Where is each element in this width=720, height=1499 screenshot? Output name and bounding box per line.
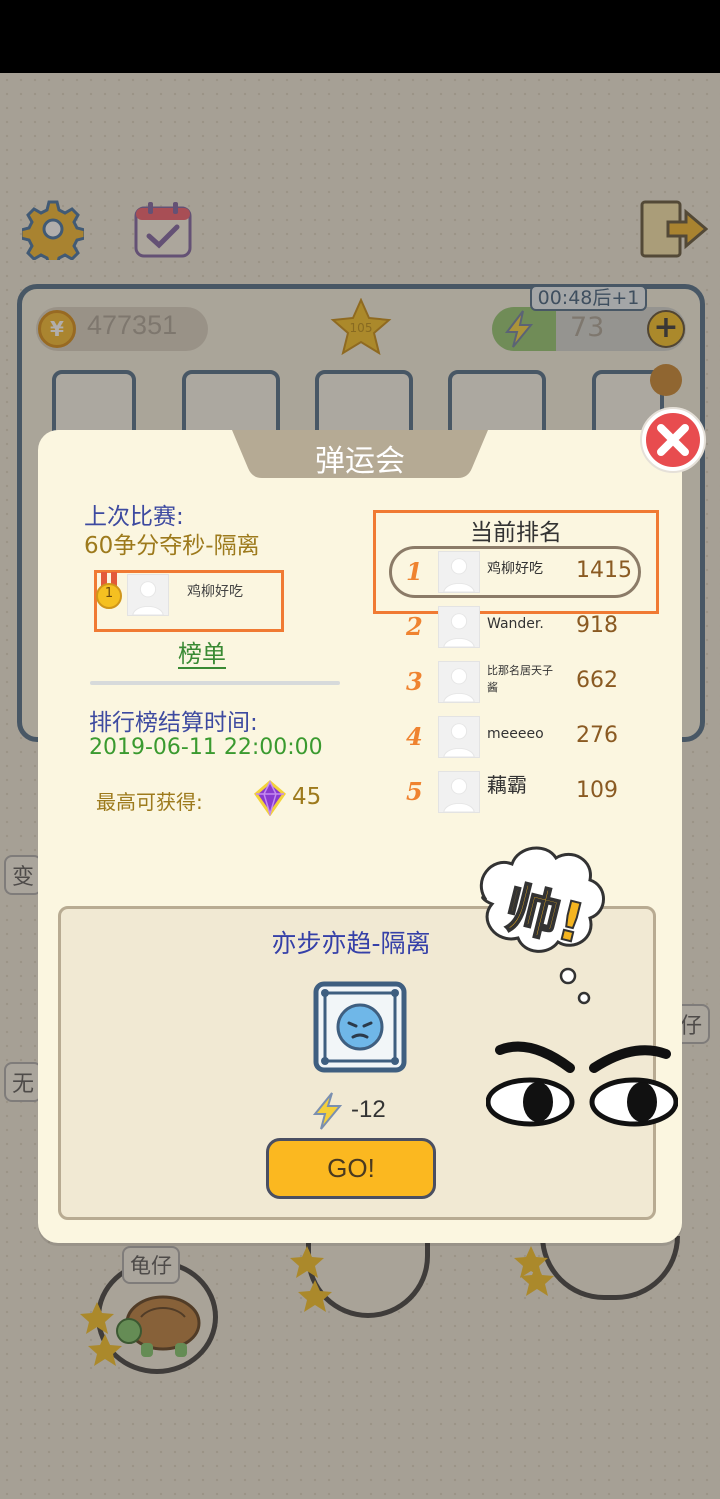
rank-row: 1 鸡柳好吃 1415 (396, 547, 646, 597)
rank-avatar (438, 716, 480, 758)
rank-score: 109 (576, 778, 618, 803)
max-reward-label: 最高可获得: (96, 790, 203, 814)
rank-avatar (438, 661, 480, 703)
go-button[interactable]: GO! (266, 1138, 436, 1199)
current-rank-title: 当前排名 (470, 520, 562, 546)
rank-avatar (438, 551, 480, 593)
rank-row: 4 meeeeo 276 (396, 712, 646, 762)
rank-score: 276 (576, 723, 618, 748)
lightning-icon (312, 1092, 343, 1130)
event-name-text: 亦步亦趋-隔离 (271, 929, 431, 958)
rank-number: 5 (406, 777, 423, 806)
last-match-name: 60争分夺秒-隔离 (84, 533, 260, 559)
eyes-decoration (486, 1041, 678, 1127)
rank-number: 1 (406, 557, 423, 586)
settle-time: 2019-06-11 22:00:00 (89, 735, 323, 760)
divider (90, 681, 340, 685)
rank-score: 662 (576, 668, 618, 693)
clock-face-icon (313, 981, 407, 1073)
rank-row: 3 比那名居天子酱 662 (396, 657, 646, 707)
energy-cost: -12 (351, 1096, 386, 1123)
leaderboard-link[interactable]: 榜单 (178, 634, 226, 669)
rank-name: meeeeo (487, 726, 544, 742)
rank-name: 藕霸 (487, 773, 527, 797)
modal-title: 弹运会 (315, 444, 405, 479)
rank-number: 4 (406, 722, 423, 751)
settle-time-label: 排行榜结算时间: (89, 710, 258, 736)
rank-avatar (438, 606, 480, 648)
status-bar (0, 0, 720, 73)
rank-name: 比那名居天子酱 (487, 664, 553, 694)
rank-score: 918 (576, 613, 618, 638)
rank-row: 2 Wander. 918 (396, 602, 646, 652)
rank-row: 5 藕霸 109 (396, 767, 646, 817)
handsome-sticker: 帅! (479, 846, 605, 1005)
my-name: 鸡柳好吃 (187, 584, 243, 600)
rank-avatar (438, 771, 480, 813)
gem-icon (253, 780, 287, 816)
rank-number: 2 (406, 612, 423, 641)
rank-name: Wander. (487, 616, 544, 632)
max-reward-value: 45 (292, 784, 322, 810)
rank-name: 鸡柳好吃 (487, 561, 543, 577)
close-icon[interactable] (638, 405, 708, 475)
rank-number: 3 (406, 667, 423, 696)
medal-rank: 1 (104, 586, 114, 601)
rank-score: 1415 (576, 558, 632, 583)
my-avatar (127, 574, 169, 616)
